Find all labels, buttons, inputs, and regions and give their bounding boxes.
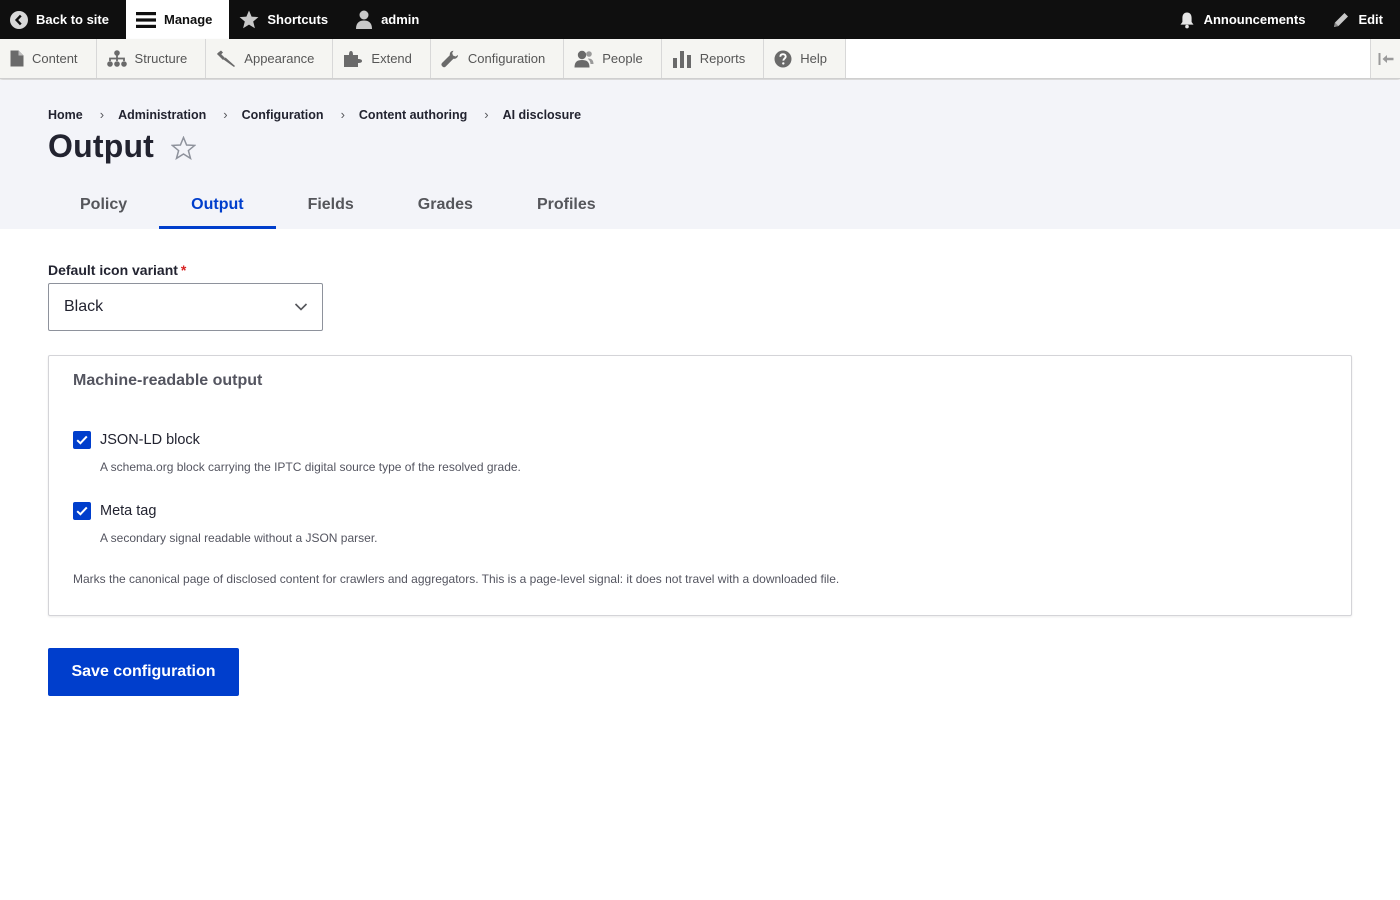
paintbrush-icon (217, 50, 236, 67)
tray-item-extend[interactable]: Extend (333, 39, 431, 78)
breadcrumb-separator: › (340, 107, 345, 122)
icon-variant-select[interactable]: Black (48, 283, 323, 331)
edit-label: Edit (1358, 12, 1383, 27)
tab-fields[interactable]: Fields (276, 187, 386, 229)
tab-policy[interactable]: Policy (48, 187, 159, 229)
chevron-left-circle-icon (10, 10, 28, 29)
page-header: Home › Administration › Configuration › … (0, 80, 1400, 229)
manage-label: Manage (163, 12, 213, 27)
tab-output[interactable]: Output (159, 187, 276, 229)
fieldset-legend: Machine-readable output (73, 372, 263, 389)
local-tasks-tabs: Policy Output Fields Grades Profiles (48, 187, 628, 229)
meta-tag-checkbox-label[interactable]: Meta tag (100, 503, 156, 519)
breadcrumb-separator: › (484, 107, 489, 122)
pencil-icon (1334, 12, 1349, 27)
tray-item-appearance[interactable]: Appearance (206, 39, 334, 78)
toolbar-tray: Content Structure Appearance Extend Conf… (0, 39, 1400, 79)
tray-item-label: Configuration (467, 51, 546, 66)
user-label: admin (381, 12, 420, 27)
tray-item-people[interactable]: People (564, 39, 662, 78)
file-icon (10, 50, 24, 67)
required-marker: * (180, 262, 187, 278)
checkmark-icon (76, 506, 88, 516)
manage-tab[interactable]: Manage (125, 0, 230, 39)
puzzle-icon (344, 50, 363, 67)
tab-profiles[interactable]: Profiles (505, 187, 628, 229)
tray-item-label: Content (32, 51, 78, 66)
collapse-left-icon (1378, 52, 1393, 65)
bar-chart-icon (672, 50, 691, 68)
shortcuts-tab[interactable]: Shortcuts (229, 0, 345, 39)
jsonld-checkbox-label[interactable]: JSON-LD block (100, 432, 200, 448)
tray-item-configuration[interactable]: Configuration (430, 39, 565, 78)
people-icon (574, 50, 594, 67)
jsonld-description: A schema.org block carrying the IPTC dig… (100, 460, 521, 474)
breadcrumb-link-content-authoring[interactable]: Content authoring (359, 108, 467, 122)
breadcrumb-separator: › (223, 107, 228, 122)
back-to-site-link[interactable]: Back to site (0, 0, 126, 39)
icon-variant-label: Default icon variant * (48, 262, 186, 278)
shortcuts-label: Shortcuts (267, 12, 329, 27)
tray-item-help[interactable]: Help (764, 39, 846, 78)
tray-orientation-toggle[interactable] (1370, 39, 1400, 78)
user-icon (356, 10, 373, 29)
breadcrumb: Home › Administration › Configuration › … (48, 107, 581, 122)
user-tab[interactable]: admin (345, 0, 436, 39)
bell-icon (1180, 12, 1194, 28)
breadcrumb-separator: › (99, 107, 105, 122)
breadcrumb-link-administration[interactable]: Administration (118, 108, 206, 122)
meta-tag-description: A secondary signal readable without a JS… (100, 531, 378, 545)
chevron-down-icon (294, 303, 308, 311)
meta-tag-checkbox-row[interactable]: Meta tag (73, 502, 156, 520)
announcements-tab[interactable]: Announcements (1168, 0, 1323, 39)
tab-grades[interactable]: Grades (386, 187, 505, 229)
tray-fill (846, 39, 1370, 78)
tray-item-content[interactable]: Content (0, 39, 97, 78)
tray-item-reports[interactable]: Reports (661, 39, 765, 78)
sitemap-icon (106, 50, 127, 67)
tray-item-label: Structure (134, 51, 188, 66)
breadcrumb-link-configuration[interactable]: Configuration (242, 108, 324, 122)
meta-tag-checkbox[interactable] (73, 502, 91, 520)
tray-item-label: Extend (371, 51, 412, 66)
jsonld-checkbox[interactable] (73, 431, 91, 449)
tray-item-label: Reports (699, 51, 746, 66)
breadcrumb-link-ai-disclosure[interactable]: AI disclosure (503, 108, 582, 122)
jsonld-checkbox-row[interactable]: JSON-LD block (73, 431, 200, 449)
favorite-star-icon[interactable] (171, 136, 196, 160)
icon-variant-label-text: Default icon variant (48, 262, 178, 278)
announcements-label: Announcements (1203, 12, 1306, 27)
back-to-site-label: Back to site (36, 12, 109, 27)
tray-item-label: Appearance (244, 51, 315, 66)
hamburger-icon (135, 11, 156, 28)
fieldset-description: Marks the canonical page of disclosed co… (73, 572, 840, 586)
checkmark-icon (76, 435, 88, 445)
icon-variant-selected-value: Black (64, 298, 104, 315)
breadcrumb-link-home[interactable]: Home (48, 108, 83, 122)
wrench-icon (441, 50, 458, 67)
save-configuration-button[interactable]: Save configuration (48, 648, 239, 696)
machine-readable-output-fieldset: Machine-readable output JSON-LD block A … (48, 355, 1352, 616)
page-title: Output (48, 128, 155, 164)
edit-tab[interactable]: Edit (1322, 0, 1400, 39)
star-icon (239, 10, 259, 29)
admin-toolbar: Back to site Manage Shortcuts admin Anno… (0, 0, 1400, 39)
tray-item-structure[interactable]: Structure (96, 39, 207, 78)
help-icon (774, 50, 792, 67)
tray-item-label: People (602, 51, 643, 66)
tray-item-label: Help (800, 51, 827, 66)
